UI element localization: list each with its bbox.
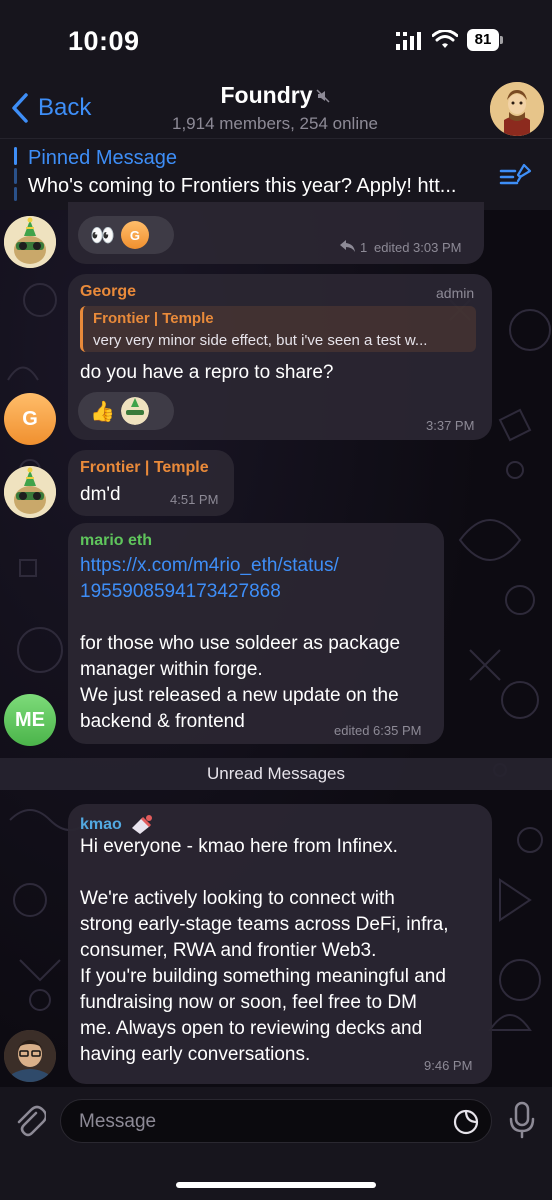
avatar-temple[interactable] [4, 466, 56, 518]
unread-messages-divider: Unread Messages [0, 758, 552, 790]
avatar-mario[interactable]: ME [4, 694, 56, 746]
reply-quote-text: very very minor side effect, but i've se… [93, 332, 428, 349]
sticker-icon[interactable] [453, 1109, 479, 1135]
clock: 10:09 [68, 26, 140, 56]
chat-screen: 10:09 81 Back Foundry 1,914 members, 254… [0, 0, 552, 1200]
paperclip-icon[interactable] [14, 1103, 46, 1137]
back-label: Back [38, 94, 92, 121]
group-name: Foundry [220, 82, 313, 108]
chat-header: Back Foundry 1,914 members, 254 online [0, 80, 552, 138]
pinned-message-bar[interactable]: Pinned Message Who's coming to Frontiers… [0, 138, 552, 210]
thumbs-up-emoji: 👍 [90, 400, 115, 423]
avatar-temple-image [4, 466, 56, 518]
reply-arrow-icon [340, 240, 355, 252]
avatar-temple[interactable] [4, 216, 56, 268]
reply-quote-name: Frontier | Temple [93, 310, 214, 327]
battery-indicator: 81 [467, 29, 503, 51]
message-text-line: having early conversations. [80, 1044, 311, 1065]
message-time: 9:46 PM [424, 1058, 473, 1073]
battery-level: 81 [467, 29, 499, 51]
back-button[interactable]: Back [10, 88, 91, 128]
message-text-line: If you're building something meaningful … [80, 966, 446, 987]
message-text-line: me. Always open to reviewing decks and [80, 1018, 423, 1039]
muted-icon [315, 88, 330, 103]
message-placeholder: Message [79, 1111, 157, 1132]
member-count: 1,914 members, 254 online [171, 114, 379, 133]
reply-quote[interactable]: Frontier | Temple very very minor side e… [80, 306, 476, 352]
cellular-signal-icon [396, 32, 421, 50]
message-text-line: manager within forge. [80, 659, 263, 680]
message-link-line-2[interactable]: 1955908594173427868 [80, 579, 281, 605]
message-text-line: We're actively looking to connect with [80, 888, 395, 909]
message-text: do you have a repro to share? [80, 362, 334, 383]
microphone-icon[interactable] [508, 1101, 536, 1139]
message-text-line: strong early-stage teams across DeFi, in… [80, 914, 449, 935]
message-text-line: backend & frontend [80, 711, 245, 732]
avatar-george[interactable]: G [4, 393, 56, 445]
message-time: 4:51 PM [170, 492, 219, 507]
message-text-line: consumer, RWA and frontier Web3. [80, 940, 377, 961]
reaction-avatar: G [120, 221, 149, 249]
group-title: Foundry [221, 82, 330, 109]
pinned-indicator [14, 147, 17, 201]
message-bubble-kmao[interactable]: kmao Hi everyone - kmao here from Infine… [68, 804, 492, 1084]
message-0-time: edited 3:03 PM [374, 240, 462, 255]
pinned-text: Who's coming to Frontiers this year? App… [28, 175, 457, 197]
message-text-line: for those who use soldeer as package [80, 633, 401, 654]
reply-count: 1 [360, 240, 368, 255]
avatar-temple-image [4, 216, 56, 268]
wifi-icon [432, 30, 458, 48]
admin-badge: admin [436, 285, 475, 301]
message-bubble-george[interactable]: George admin Frontier | Temple very very… [68, 274, 492, 440]
message-text-line: We just released a new update on the [80, 685, 399, 706]
pinned-title: Pinned Message [28, 147, 177, 169]
avatar-kmao-image [4, 1030, 56, 1082]
message-bubble-temple[interactable]: Frontier | Temple dm'd 4:51 PM [68, 450, 234, 516]
home-indicator[interactable] [176, 1182, 376, 1188]
message-bubble-mario[interactable]: mario eth https://x.com/m4rio_eth/status… [68, 523, 444, 744]
battery-cap [500, 36, 503, 44]
message-text: dm'd [80, 484, 121, 505]
chevron-left-icon [12, 93, 28, 123]
sender-temple[interactable]: Frontier | Temple [80, 459, 209, 477]
group-avatar[interactable] [490, 82, 544, 136]
pinned-list-icon[interactable] [498, 161, 532, 189]
custom-emoji-status-icon [132, 815, 153, 834]
message-input[interactable]: Message [60, 1099, 492, 1143]
message-link-line-1[interactable]: https://x.com/m4rio_eth/status/ [80, 553, 339, 579]
message-text-line: Hi everyone - kmao here from Infinex. [80, 836, 398, 857]
message-time: edited 6:35 PM [334, 723, 422, 738]
sender-kmao-name: kmao [80, 816, 122, 834]
message-time: 3:37 PM [426, 418, 475, 433]
sender-george[interactable]: George [80, 283, 136, 301]
sender-kmao[interactable]: kmao [80, 814, 153, 836]
message-text-line: fundraising now or soon, feel free to DM [80, 992, 417, 1013]
reaction-eyes[interactable]: 👀 G [78, 216, 174, 254]
avatar-kmao[interactable] [4, 1030, 56, 1082]
message-bubble-0[interactable]: 👀 G 1 edited 3:03 PM [68, 202, 484, 264]
chat-title-area[interactable]: Foundry 1,914 members, 254 online [130, 82, 420, 134]
status-bar: 10:09 81 [0, 0, 552, 80]
reaction-thumbs-up[interactable]: 👍 [78, 392, 174, 430]
eyes-emoji: 👀 [90, 224, 115, 247]
group-avatar-image [490, 82, 544, 136]
sender-mario[interactable]: mario eth [80, 532, 152, 550]
reaction-avatar-temple [120, 397, 149, 425]
